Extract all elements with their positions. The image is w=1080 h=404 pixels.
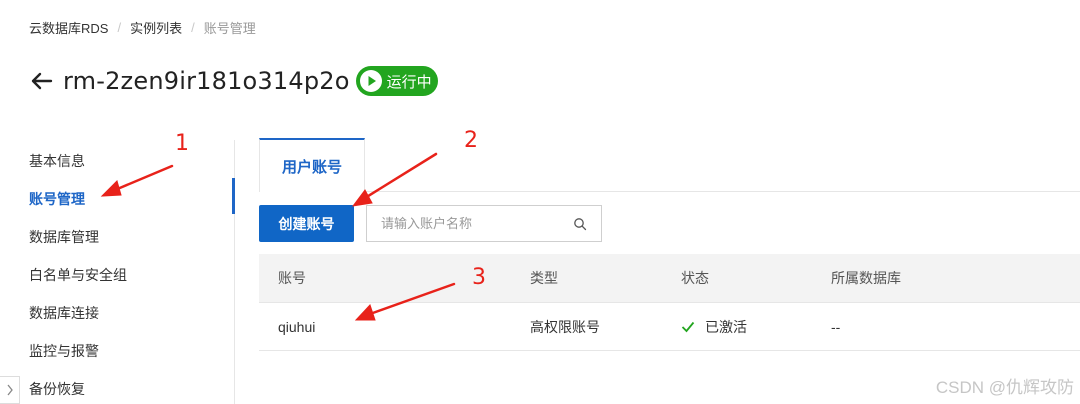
- check-icon: [681, 321, 695, 332]
- cell-database: --: [831, 318, 841, 335]
- sidebar-item-backup[interactable]: 备份恢复: [29, 379, 85, 399]
- cell-account: qiuhui: [278, 318, 316, 335]
- cell-status-text: 已激活: [705, 318, 747, 335]
- annotation-label-2: 2: [464, 128, 478, 153]
- account-search-box: [366, 205, 602, 242]
- table-row: qiuhui 高权限账号 已激活 --: [259, 303, 1080, 351]
- sidebar-item-database-management[interactable]: 数据库管理: [29, 227, 99, 247]
- column-header-database: 所属数据库: [831, 270, 901, 286]
- breadcrumb-separator: /: [191, 20, 195, 35]
- play-icon: [359, 70, 382, 92]
- column-header-type: 类型: [530, 270, 558, 286]
- breadcrumb-current: 账号管理: [203, 21, 256, 36]
- sidebar-item-basic-info[interactable]: 基本信息: [29, 151, 85, 171]
- breadcrumb-rds[interactable]: 云数据库RDS: [29, 18, 108, 37]
- page-title: rm-2zen9ir181o314p2o: [63, 67, 350, 95]
- search-icon[interactable]: [573, 217, 587, 231]
- column-header-status: 状态: [681, 270, 709, 286]
- tab-user-accounts[interactable]: 用户账号: [259, 138, 365, 192]
- breadcrumb: 云数据库RDS / 实例列表 / 账号管理: [29, 18, 256, 37]
- annotation-label-3: 3: [472, 265, 486, 290]
- tab-bar-line: [259, 191, 1080, 192]
- breadcrumb-instance-list[interactable]: 实例列表: [130, 18, 182, 37]
- status-badge: 运行中: [355, 66, 438, 96]
- sidebar-item-whitelist[interactable]: 白名单与安全组: [29, 265, 127, 285]
- create-account-button[interactable]: 创建账号: [259, 205, 354, 242]
- sidebar-item-monitoring[interactable]: 监控与报警: [29, 341, 99, 361]
- sidebar-collapse-button[interactable]: [0, 376, 20, 404]
- cell-status: 已激活: [681, 303, 747, 350]
- account-search-input[interactable]: [367, 206, 573, 241]
- annotation-label-1: 1: [175, 131, 189, 156]
- back-arrow-icon[interactable]: [29, 71, 53, 91]
- title-row: rm-2zen9ir181o314p2o 运行中: [29, 66, 438, 96]
- chevron-right-icon: [6, 384, 13, 396]
- status-text: 运行中: [386, 73, 432, 91]
- column-header-account: 账号: [278, 270, 306, 286]
- watermark: CSDN @仇辉攻防: [935, 378, 1074, 397]
- table-header: 账号 类型 状态 所属数据库: [259, 254, 1080, 303]
- breadcrumb-separator: /: [117, 20, 122, 35]
- sidebar-item-database-connection[interactable]: 数据库连接: [29, 303, 99, 323]
- sidebar-active-indicator: [232, 178, 235, 214]
- annotation-arrow-2: [351, 152, 438, 207]
- cell-type: 高权限账号: [530, 318, 600, 335]
- sidebar-item-account-management[interactable]: 账号管理: [29, 189, 85, 209]
